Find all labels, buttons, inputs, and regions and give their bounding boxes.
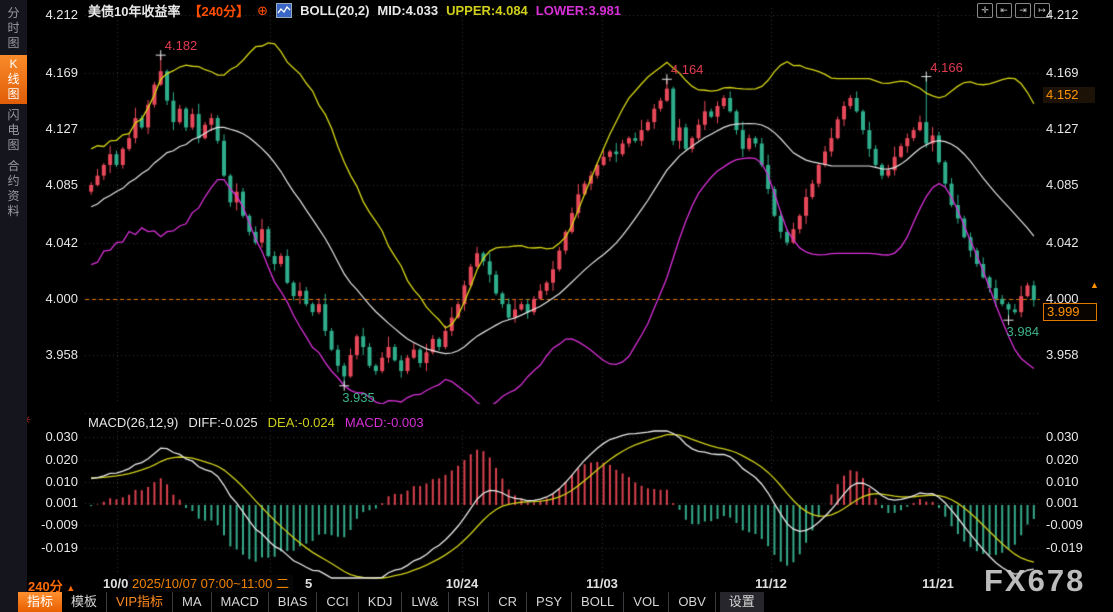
- y-axis-label: 4.000: [1046, 292, 1096, 306]
- pan-tool-icon[interactable]: ✛: [977, 3, 993, 18]
- sidebar-tab-item[interactable]: 合约资料: [0, 157, 27, 221]
- toolbar-item-vip[interactable]: VIP指标: [107, 592, 173, 612]
- toolbar-item-indicator[interactable]: MA: [173, 592, 212, 612]
- chart-tool-icons: ✛⇤⇥↦: [977, 3, 1050, 18]
- macd-axis-label: 0.030: [1046, 430, 1096, 444]
- y-axis-label: 4.085: [1046, 178, 1096, 192]
- y-axis-label: 4.212: [1046, 8, 1096, 22]
- sidebar-tab-item[interactable]: 闪电图: [0, 106, 27, 155]
- boll-upper-value: UPPER:4.084: [446, 3, 528, 18]
- price-annotation: 4.166: [930, 60, 963, 75]
- period-tag: 【240分】: [188, 1, 249, 20]
- price-annotation: 4.182: [165, 38, 198, 53]
- toolbar-item-indicator[interactable]: BIAS: [269, 592, 318, 612]
- price-annotation: 3.935: [342, 390, 375, 405]
- macd-axis-label: -0.019: [28, 541, 78, 555]
- toolbar-item-indicator[interactable]: VOL: [624, 592, 669, 612]
- y-axis-label: 4.127: [1046, 122, 1096, 136]
- toolbar-item-indicator[interactable]: LW&: [402, 592, 448, 612]
- macd-axis-label: 0.001: [28, 496, 78, 510]
- expand-axis-icon[interactable]: ⇥: [1015, 3, 1031, 18]
- macd-axis-label: 0.010: [28, 475, 78, 489]
- y-axis-label: 4.169: [28, 66, 78, 80]
- sidebar-tab-active[interactable]: K线图: [0, 55, 27, 104]
- chart-canvas[interactable]: [0, 0, 1113, 612]
- macd-axis-label: 0.010: [1046, 475, 1096, 489]
- chart-app: 分时图K线图闪电图合约资料 美债10年收益率 【240分】 ⊕ BOLL(20,…: [0, 0, 1113, 612]
- boll-indicator-label: BOLL(20,2): [300, 3, 369, 18]
- macd-axis-label: 0.020: [1046, 453, 1096, 467]
- y-axis-label: 3.958: [28, 348, 78, 362]
- x-axis-date-label: 11/12: [755, 576, 787, 591]
- y-axis-label: 4.042: [1046, 236, 1096, 250]
- toolbar-item-settings[interactable]: 设置: [720, 592, 764, 612]
- indicator-toolbar: 指标模板VIP指标MAMACDBIASCCIKDJLW&RSICRPSYBOLL…: [18, 592, 764, 612]
- x-axis-partial-label: 10/0: [103, 576, 128, 591]
- macd-axis-label: 0.030: [28, 430, 78, 444]
- y-axis-label: 4.127: [28, 122, 78, 136]
- toolbar-item-indicator[interactable]: RSI: [449, 592, 490, 612]
- y-axis-label: 3.958: [1046, 348, 1096, 362]
- macd-diff-value: DIFF:-0.025: [188, 415, 257, 430]
- mini-chart-icon[interactable]: [276, 3, 292, 18]
- price-marker-arrow-icon: ▲: [1090, 281, 1099, 290]
- toolbar-item-indicator[interactable]: KDJ: [359, 592, 403, 612]
- toolbar-item-indicator[interactable]: PSY: [527, 592, 572, 612]
- sidebar-tab-item[interactable]: 分时图: [0, 4, 27, 53]
- bar-datetime-tooltip: 2025/10/07 07:00~11:00 二: [128, 575, 293, 592]
- right-axis-highlight-4152: 4.152: [1043, 87, 1095, 103]
- macd-axis-label: -0.019: [1046, 541, 1096, 555]
- y-axis-label: 4.085: [28, 178, 78, 192]
- toolbar-item-indicator[interactable]: BOLL: [572, 592, 624, 612]
- toolbar-item-active[interactable]: 指标: [18, 592, 62, 612]
- toolbar-item-indicator[interactable]: CR: [489, 592, 527, 612]
- macd-macd-value: MACD:-0.003: [345, 415, 424, 430]
- left-sidebar: 分时图K线图闪电图合约资料: [0, 0, 27, 612]
- y-axis-label: 4.042: [28, 236, 78, 250]
- toolbar-item-indicator[interactable]: OBV: [669, 592, 715, 612]
- chart-header: 美债10年收益率 【240分】 ⊕ BOLL(20,2) MID:4.033 U…: [88, 2, 621, 19]
- y-axis-label: 4.000: [28, 292, 78, 306]
- macd-indicator-label: MACD(26,12,9): [88, 415, 178, 430]
- y-axis-label: 4.212: [28, 8, 78, 22]
- time-axis-row: 240分 ▲ 10/0 2025/10/07 07:00~11:00 二 5 1…: [0, 574, 1113, 593]
- x-axis-date-label: 10/24: [446, 576, 479, 591]
- boll-mid-value: MID:4.033: [377, 3, 438, 18]
- y-axis-label: 4.169: [1046, 66, 1096, 80]
- x-axis-partial-label-2: 5: [305, 576, 312, 591]
- macd-axis-label: 0.001: [1046, 496, 1096, 510]
- macd-header: MACD(26,12,9) DIFF:-0.025 DEA:-0.024 MAC…: [88, 415, 424, 430]
- toolbar-item-indicator[interactable]: 模板: [62, 592, 107, 612]
- toolbar-item-indicator[interactable]: CCI: [317, 592, 358, 612]
- add-compare-icon[interactable]: ⊕: [257, 3, 268, 19]
- macd-dea-value: DEA:-0.024: [268, 415, 335, 430]
- symbol-title: 美债10年收益率: [88, 1, 180, 20]
- boll-lower-value: LOWER:3.981: [536, 3, 621, 18]
- x-axis-date-label: 11/21: [922, 576, 954, 591]
- macd-axis-label: -0.009: [28, 518, 78, 532]
- compress-axis-icon[interactable]: ⇤: [996, 3, 1012, 18]
- x-axis-date-label: 11/03: [586, 576, 618, 591]
- price-annotation: 3.984: [1007, 324, 1040, 339]
- macd-axis-label: -0.009: [1046, 518, 1096, 532]
- price-annotation: 4.164: [671, 62, 704, 77]
- toolbar-item-indicator[interactable]: MACD: [212, 592, 269, 612]
- macd-axis-label: 0.020: [28, 453, 78, 467]
